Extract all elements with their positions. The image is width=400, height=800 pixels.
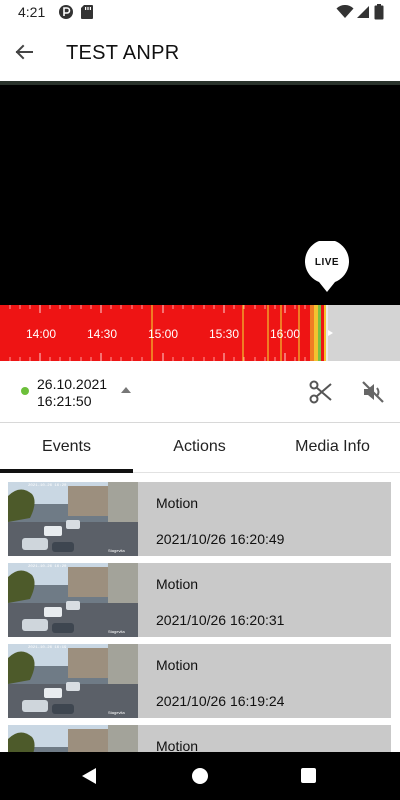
events-list[interactable]: 2021-10-26 16:20 Stagevita Motion 2021/1…: [0, 474, 400, 752]
event-thumbnail: 2021-10-26 16:20 Stagevita: [8, 563, 138, 637]
live-label: LIVE: [314, 257, 340, 268]
timeline-tick-label: 15:00: [148, 327, 179, 341]
event-type: Motion: [156, 738, 199, 752]
event-thumbnail: 2021-10-26 16:20 Stagevita: [8, 482, 138, 556]
event-timestamp: 2021/10/26 16:19:24: [156, 693, 285, 709]
playback-time[interactable]: 16:21:50: [37, 393, 92, 409]
nav-back-icon[interactable]: [81, 767, 97, 785]
system-nav-bar: [0, 752, 400, 800]
live-button[interactable]: LIVE: [304, 239, 350, 293]
event-type: Motion: [156, 657, 199, 673]
event-type: Motion: [156, 576, 199, 592]
scissors-icon[interactable]: [308, 379, 334, 405]
event-card[interactable]: Motion: [8, 725, 391, 752]
nav-home-icon[interactable]: [192, 768, 208, 784]
event-timestamp: 2021/10/26 16:20:31: [156, 612, 285, 628]
tab-active-indicator: [0, 469, 133, 473]
timeline-tick-label: 14:30: [87, 327, 118, 341]
timeline-scrubber[interactable]: 14:00 14:30 15:00 15:30 16:00: [0, 305, 400, 361]
status-bar: 4:21: [0, 0, 400, 24]
caret-up-icon[interactable]: [120, 385, 132, 395]
tab-actions[interactable]: Actions: [133, 423, 266, 473]
svg-text:2021-10-26 16:19: 2021-10-26 16:19: [28, 646, 67, 650]
app-bar: TEST ANPR: [0, 24, 400, 82]
playback-date[interactable]: 26.10.2021: [37, 375, 107, 393]
timeline-tick-label: 15:30: [209, 327, 240, 341]
timeline-tick-label: 16:00: [270, 327, 301, 341]
tab-bar: Events Actions Media Info: [0, 423, 400, 473]
svg-text:2021-10-26 16:20: 2021-10-26 16:20: [28, 484, 67, 488]
timeline-ticks: [9, 305, 333, 361]
page-title: TEST ANPR: [66, 42, 180, 64]
svg-text:Stagevita: Stagevita: [108, 629, 125, 634]
timeline-tick-label: 14:00: [26, 327, 57, 341]
status-time: 4:21: [18, 4, 46, 20]
event-card[interactable]: 2021-10-26 16:20 Stagevita Motion 2021/1…: [8, 563, 391, 637]
event-timestamp: 2021/10/26 16:20:49: [156, 531, 285, 547]
svg-text:2021-10-26 16:20: 2021-10-26 16:20: [28, 565, 67, 569]
event-thumbnail: 2021-10-26 16:19 Stagevita: [8, 644, 138, 718]
app-screen: 4:21 TEST ANPR LIVE 14:00 14:30 15:00 15…: [0, 0, 400, 800]
sd-card-icon: [81, 5, 93, 19]
event-type: Motion: [156, 495, 199, 511]
volume-off-icon[interactable]: [360, 379, 386, 405]
battery-icon: [374, 4, 384, 20]
playback-controls: 26.10.2021 16:21:50: [0, 361, 400, 423]
svg-text:Stagevita: Stagevita: [108, 548, 125, 553]
wifi-icon: [336, 5, 354, 18]
signal-icon: [357, 6, 369, 18]
event-card[interactable]: 2021-10-26 16:20 Stagevita Motion 2021/1…: [8, 482, 391, 556]
event-thumbnail: [8, 725, 138, 752]
svg-text:Stagevita: Stagevita: [108, 710, 125, 715]
tab-events[interactable]: Events: [0, 423, 133, 473]
status-dot: [21, 387, 29, 395]
tab-media-info[interactable]: Media Info: [266, 423, 399, 473]
p-badge-icon: [59, 5, 73, 19]
nav-recents-icon[interactable]: [301, 768, 316, 783]
event-card[interactable]: 2021-10-26 16:19 Stagevita Motion 2021/1…: [8, 644, 391, 718]
arrow-back-icon[interactable]: [10, 38, 38, 66]
